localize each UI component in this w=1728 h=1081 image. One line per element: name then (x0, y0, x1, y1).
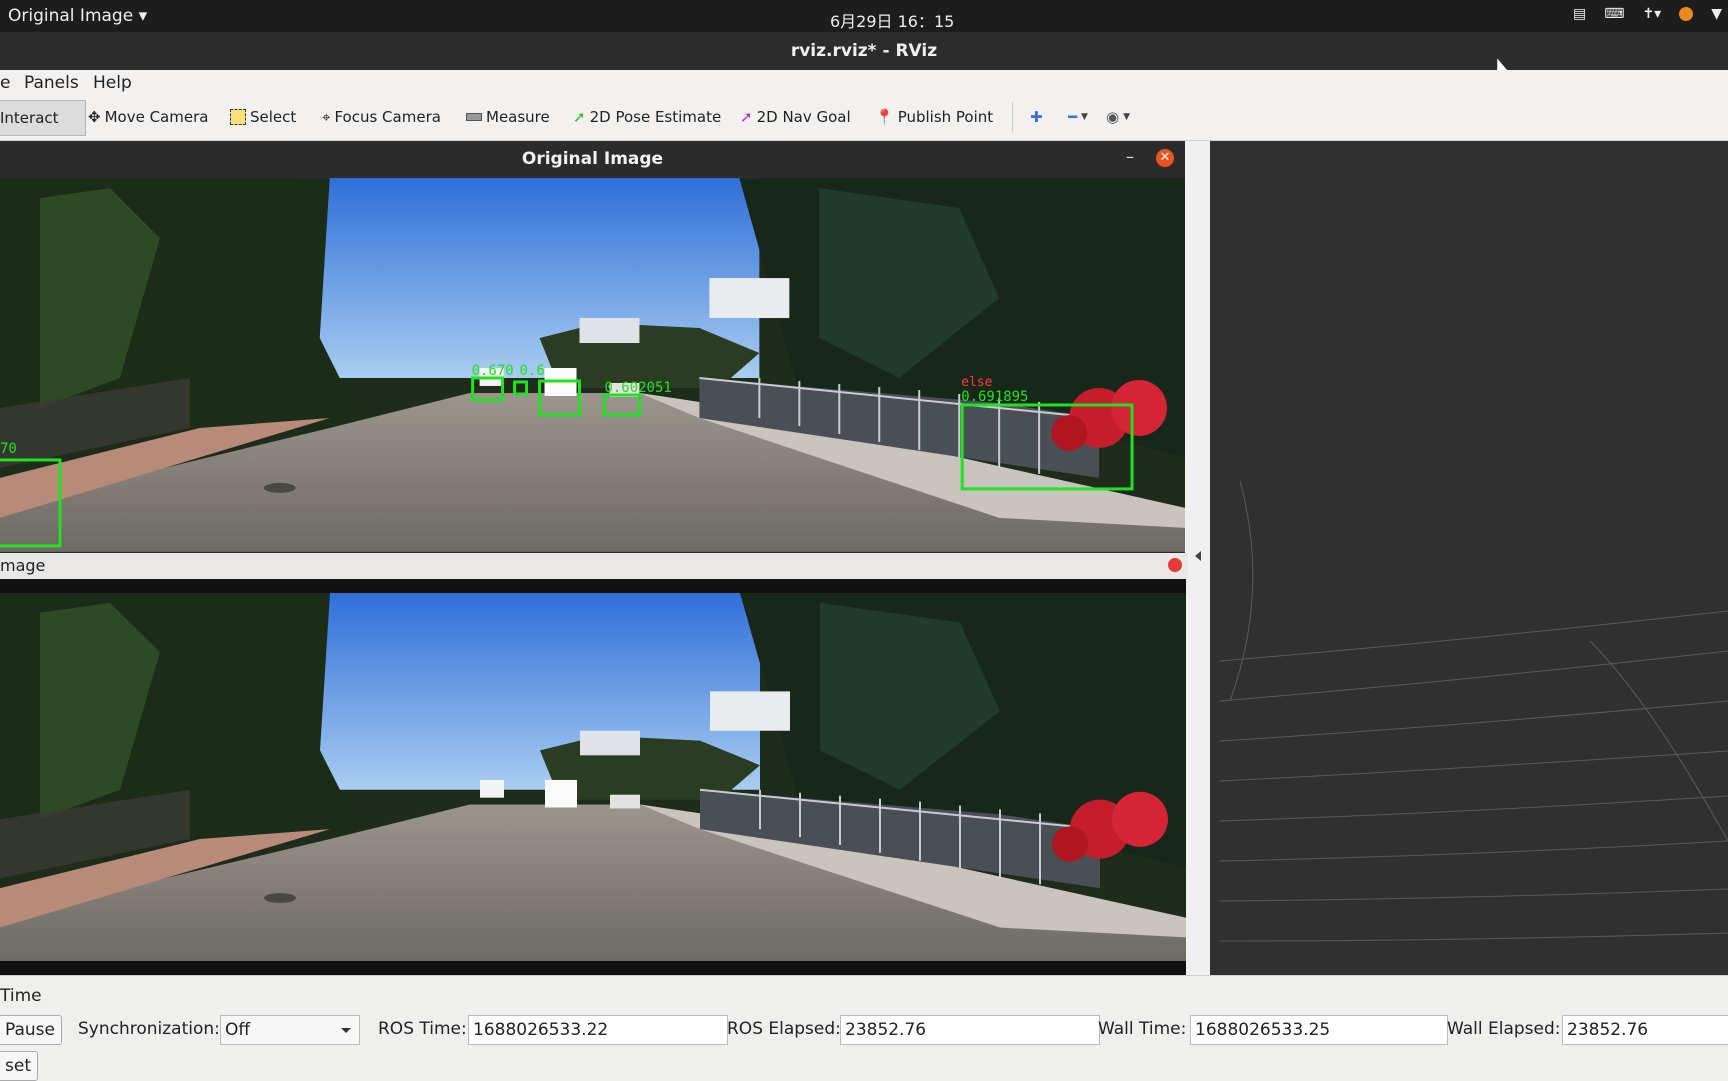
point-cloud (1219, 480, 1728, 942)
green-arrow-icon: ➚ (573, 108, 586, 126)
app-menu-label: Original Image (8, 6, 134, 26)
detection-label: 0.691895 (961, 389, 1028, 405)
system-top-bar: Original Image ▾ 6月29日 16：15 ▤ ⌨ ✝▾ ▼ (0, 0, 1728, 32)
select-label: Select (250, 108, 297, 126)
wall-elapsed-field[interactable]: 23852.76 (1562, 1015, 1728, 1045)
panel-close-icon[interactable] (1168, 558, 1182, 572)
focus-camera-tool[interactable]: ⌖ Focus Camera (322, 108, 441, 126)
detection-label: 0.670 (472, 363, 514, 379)
sync-label: Synchronization: (78, 1019, 220, 1039)
menu-bar: e Panels Help (0, 70, 1728, 96)
camera-image-with-detections: 0.670 0.6 0.602051 0.691895 70 else (0, 178, 1185, 552)
add-tool-button[interactable]: ✚ (1030, 108, 1043, 126)
plus-icon: ✚ (1030, 108, 1043, 126)
publish-point-tool[interactable]: 📍 Publish Point (875, 108, 993, 126)
time-panel: Time Pause Synchronization: Off ROS Time… (0, 975, 1728, 1081)
panel-splitter[interactable] (1188, 141, 1210, 975)
original-image-title: Original Image (521, 149, 664, 169)
toolbar-divider (1012, 102, 1013, 132)
chevron-down-icon: ▾ (138, 6, 148, 26)
publish-point-label: Publish Point (897, 108, 994, 126)
wifi-icon[interactable]: ▼ (1711, 6, 1722, 22)
wall-time-label: Wall Time: (1098, 1019, 1187, 1039)
minimize-button[interactable]: – (1126, 147, 1134, 166)
image-letterbox-bottom (0, 961, 1186, 975)
keyboard-icon[interactable]: ⌨ (1604, 6, 1624, 22)
system-tray: ▤ ⌨ ✝▾ ▼ (1573, 6, 1722, 22)
time-row: Pause Synchronization: Off ROS Time: 168… (0, 1014, 1728, 1045)
menu-panels[interactable]: Panels (24, 73, 79, 93)
close-button[interactable]: ✕ (1156, 149, 1174, 167)
focus-camera-icon: ⌖ (322, 108, 331, 126)
original-image-view: 0.670 0.6 0.602051 0.691895 70 else (0, 178, 1185, 552)
storage-icon[interactable]: ▤ (1573, 6, 1586, 22)
chevron-down-icon: ▼ (1123, 112, 1131, 122)
map-pin-icon: 📍 (875, 108, 894, 126)
collapse-arrow-icon[interactable] (1195, 551, 1201, 561)
window-title: rviz.rviz* - RViz (790, 41, 938, 61)
ros-elapsed-label: ROS Elapsed: (727, 1019, 841, 1039)
focus-camera-label: Focus Camera (334, 108, 441, 126)
move-camera-label: Move Camera (104, 108, 209, 126)
app-menu[interactable]: Original Image ▾ (8, 6, 147, 26)
detection-label: 0.6 (520, 363, 545, 379)
image-panel-header: mage (0, 553, 1188, 579)
move-camera-tool[interactable]: ✥ Move Camera (88, 108, 208, 126)
time-panel-title: Time (0, 986, 42, 1006)
ruler-icon (466, 113, 482, 121)
pause-button[interactable]: Pause (0, 1015, 62, 1045)
sync-select-value: Off (225, 1020, 251, 1040)
menu-file[interactable]: e (0, 73, 10, 93)
wall-elapsed-label: Wall Elapsed: (1447, 1019, 1561, 1039)
camera-image (0, 593, 1186, 961)
ros-time-label: ROS Time: (378, 1019, 467, 1039)
measure-tool[interactable]: Measure (466, 108, 550, 126)
reset-button[interactable]: set (0, 1051, 38, 1081)
nav-goal-tool[interactable]: ➚ 2D Nav Goal (740, 108, 851, 126)
chevron-down-icon (341, 1028, 351, 1033)
3d-view[interactable] (1210, 141, 1728, 975)
measure-label: Measure (486, 108, 550, 126)
remove-tool-button[interactable]: ━ ▼ (1068, 108, 1088, 126)
detection-class-label: else (961, 375, 992, 390)
ros-time-field[interactable]: 1688026533.22 (468, 1015, 728, 1045)
interact-label: Interact (0, 109, 59, 127)
chevron-down-icon: ▼ (1081, 112, 1088, 122)
nav-goal-label: 2D Nav Goal (756, 108, 851, 126)
pose-estimate-label: 2D Pose Estimate (589, 108, 722, 126)
detection-label: 70 (0, 441, 17, 457)
clock[interactable]: 6月29日 16：15 (830, 8, 954, 32)
purple-arrow-icon: ➚ (740, 108, 753, 126)
pose-estimate-tool[interactable]: ➚ 2D Pose Estimate (573, 108, 721, 126)
image-view (0, 593, 1186, 961)
ros-elapsed-field[interactable]: 23852.76 (840, 1015, 1100, 1045)
interact-tool[interactable]: Interact (0, 100, 86, 136)
image-letterbox-top (0, 579, 1186, 593)
minus-icon: ━ (1068, 108, 1078, 126)
wall-time-field[interactable]: 1688026533.25 (1190, 1015, 1448, 1045)
close-icon: ✕ (1159, 150, 1171, 165)
select-icon (230, 109, 246, 125)
accessibility-icon[interactable]: ✝▾ (1642, 6, 1661, 22)
window-titlebar: rviz.rviz* - RViz (0, 32, 1728, 70)
eye-icon: ◉ (1106, 108, 1120, 126)
select-tool[interactable]: Select (230, 108, 296, 126)
view-options-button[interactable]: ◉ ▼ (1106, 108, 1130, 126)
move-camera-icon: ✥ (88, 108, 101, 126)
status-icon[interactable] (1679, 7, 1694, 21)
menu-help[interactable]: Help (93, 73, 132, 93)
detection-label: 0.602051 (604, 380, 671, 396)
image-panel-title: mage (0, 556, 46, 575)
toolbar: Interact ✥ Move Camera Select ⌖ Focus Ca… (0, 96, 1728, 141)
sync-select[interactable]: Off (220, 1015, 360, 1045)
